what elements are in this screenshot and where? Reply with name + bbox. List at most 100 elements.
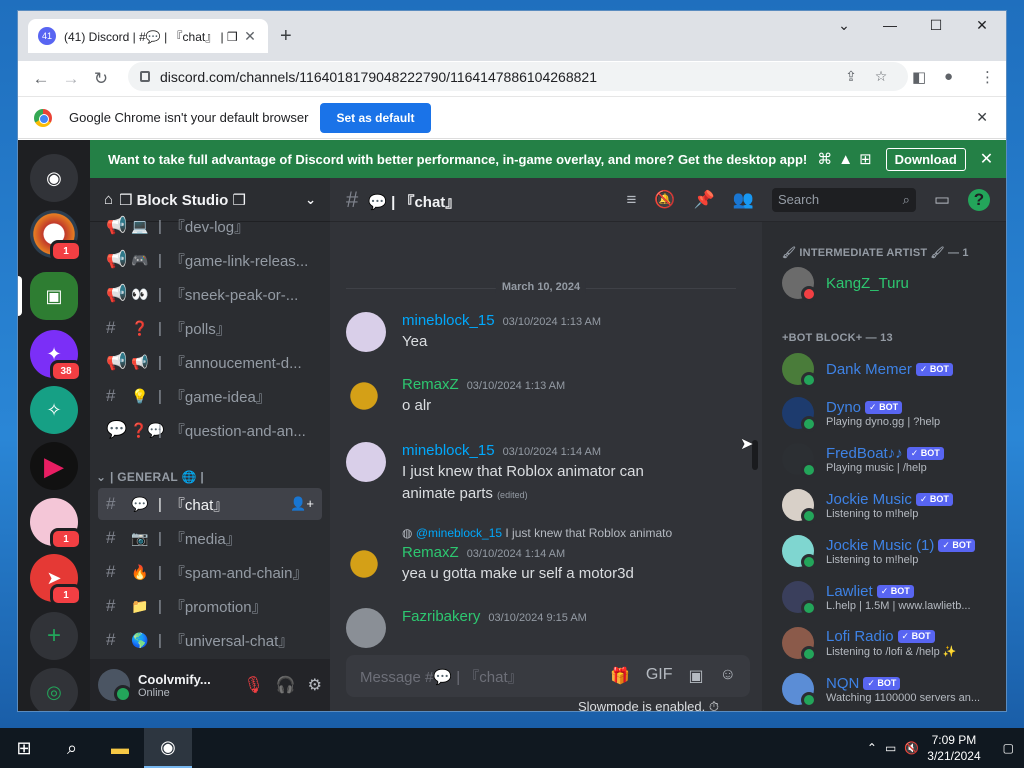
threads-icon[interactable]: ≡ bbox=[627, 190, 637, 210]
pin-icon[interactable]: 📌 bbox=[694, 190, 715, 210]
reply-mention[interactable]: @mineblock_15 bbox=[416, 526, 502, 540]
channel-emoji: ❓ bbox=[131, 319, 149, 336]
member-item[interactable]: Jockie Music (1) ✓ BOT Listening to m!help bbox=[782, 530, 1002, 572]
channel-polls[interactable]: # ❓ | 『polls』 bbox=[98, 312, 322, 344]
message[interactable]: RemaxZ 03/10/2024 1:13 AM o alr bbox=[346, 376, 746, 417]
server-icon-4[interactable]: ✧ bbox=[30, 386, 78, 434]
back-button[interactable]: ← bbox=[26, 69, 56, 89]
avatar[interactable] bbox=[346, 544, 386, 584]
member-item[interactable]: Lofi Radio ✓ BOT Listening to /lofi & /hel… bbox=[782, 622, 1002, 664]
explore-servers-icon[interactable]: ◎ bbox=[30, 668, 78, 711]
download-button[interactable]: Download bbox=[885, 147, 966, 171]
menu-kebab-icon[interactable]: ⋮ bbox=[980, 68, 995, 86]
reply-preview[interactable]: ◍ @mineblock_15 I just knew that Roblox … bbox=[346, 526, 746, 540]
channel-annoucement[interactable]: 📢 📢 | 『annoucement-d... bbox=[98, 346, 322, 378]
avatar[interactable] bbox=[346, 608, 386, 648]
gif-icon[interactable]: GIF bbox=[646, 666, 673, 686]
member-item[interactable]: Lawliet ✓ BOT L.help | 1.5M | www.lawlietb… bbox=[782, 576, 1002, 618]
file-explorer-icon[interactable]: ▬ bbox=[96, 728, 144, 768]
discord-home-icon[interactable]: ◉ bbox=[30, 154, 78, 202]
chrome-taskbar-icon[interactable]: ◉ bbox=[144, 728, 192, 768]
channel-chat[interactable]: # 💬 | 『chat』 👤+ bbox=[98, 488, 322, 520]
server-icon-5[interactable]: ▶ bbox=[30, 442, 78, 490]
banner-close-icon[interactable]: ✕ bbox=[980, 149, 993, 169]
notification-bell-muted-icon[interactable]: 🔕 bbox=[654, 190, 675, 210]
block-studio-server-icon[interactable]: ▣ bbox=[30, 272, 78, 320]
volume-muted-icon[interactable]: 🔇 bbox=[904, 741, 919, 755]
category-general[interactable]: ⌄ | GENERAL 🌐 | bbox=[96, 470, 316, 484]
member-item[interactable]: Jockie Music ✓ BOT Listening to m!help bbox=[782, 484, 1002, 526]
avatar[interactable] bbox=[346, 442, 386, 482]
sticker-icon[interactable]: ▣ bbox=[689, 666, 704, 686]
tab-search-icon[interactable]: ⌄ bbox=[824, 17, 864, 34]
infobar-close-icon[interactable]: ✕ bbox=[976, 109, 988, 126]
close-window-button[interactable]: ✕ bbox=[962, 17, 1002, 34]
minimize-button[interactable]: — bbox=[870, 17, 910, 33]
avatar[interactable] bbox=[346, 376, 386, 416]
invite-icon[interactable]: 👤+ bbox=[290, 496, 314, 512]
member-item[interactable]: Dank Memer ✓ BOT bbox=[782, 348, 1002, 390]
help-icon[interactable]: ? bbox=[968, 188, 990, 211]
avatar[interactable] bbox=[98, 669, 132, 703]
member-item[interactable]: NQN ✓ BOT Watching 1100000 servers an... bbox=[782, 668, 1002, 710]
share-icon[interactable]: ⇪ bbox=[836, 68, 866, 85]
server-icon-7[interactable]: ➤ 1 bbox=[30, 554, 82, 606]
avatar[interactable] bbox=[346, 312, 386, 352]
headphones-icon[interactable]: 🎧 bbox=[276, 675, 296, 695]
message-author[interactable]: Fazribakery bbox=[402, 608, 480, 625]
server-icon-6[interactable]: 1 bbox=[30, 498, 82, 550]
message[interactable]: mineblock_15 03/10/2024 1:14 AM I just kn… bbox=[346, 442, 746, 506]
tab-close-icon[interactable]: ✕ bbox=[242, 28, 258, 45]
bookmark-star-icon[interactable]: ☆ bbox=[866, 68, 896, 85]
gear-icon[interactable]: ⚙ bbox=[308, 675, 322, 695]
url-text[interactable]: discord.com/channels/1164018179048222790… bbox=[160, 69, 836, 85]
channel-promotion[interactable]: # 📁 | 『promotion』 bbox=[98, 590, 322, 622]
address-bar[interactable]: discord.com/channels/1164018179048222790… bbox=[128, 62, 908, 91]
channel-question-and-answer[interactable]: 💬 ❓💬 | 『question-and-an... bbox=[98, 414, 322, 446]
tray-chevron-icon[interactable]: ⌃ bbox=[867, 741, 877, 755]
lock-icon[interactable] bbox=[140, 71, 150, 82]
set-default-button[interactable]: Set as default bbox=[320, 102, 431, 133]
add-server-icon[interactable]: + bbox=[30, 612, 78, 660]
chevron-down-icon[interactable]: ⌄ bbox=[305, 192, 316, 208]
member-item[interactable]: KangZ_Turu bbox=[782, 262, 1002, 304]
channel-game-idea[interactable]: # 💡 | 『game-idea』 bbox=[98, 380, 322, 412]
profile-icon[interactable]: ● bbox=[944, 68, 953, 85]
message[interactable]: RemaxZ 03/10/2024 1:14 AM yea u gotta mak… bbox=[346, 544, 746, 585]
reload-button[interactable]: ↻ bbox=[86, 69, 116, 89]
member-item[interactable]: FredBoat♪♪ ✓ BOT Playing music | /help bbox=[782, 438, 1002, 480]
new-tab-button[interactable]: + bbox=[280, 25, 292, 48]
member-item[interactable]: Dyno ✓ BOT Playing dyno.gg | ?help bbox=[782, 392, 1002, 434]
message-author[interactable]: mineblock_15 bbox=[402, 442, 495, 459]
guild-name: ❒ Block Studio ❒ bbox=[119, 191, 246, 209]
server-icon-1[interactable]: 1 bbox=[30, 210, 82, 262]
channel-media[interactable]: # 📷 | 『media』 bbox=[98, 522, 322, 554]
channel-game-link-release[interactable]: 📢 🎮 | 『game-link-releas... bbox=[98, 244, 322, 276]
message-author[interactable]: mineblock_15 bbox=[402, 312, 495, 329]
channel-universal-chat[interactable]: # 🌎 | 『universal-chat』 bbox=[98, 624, 322, 656]
notifications-icon[interactable]: ▢ bbox=[1003, 741, 1014, 755]
channel-dev-log[interactable]: 📢 💻 | 『dev-log』 bbox=[98, 210, 322, 242]
message-author[interactable]: RemaxZ bbox=[402, 544, 459, 561]
emoji-icon[interactable]: ☺ bbox=[720, 666, 736, 686]
message[interactable]: Fazribakery 03/10/2024 9:15 AM bbox=[346, 608, 746, 648]
message-input[interactable]: Message #💬 | 『chat』 🎁 GIF ▣ ☺ bbox=[346, 655, 750, 697]
maximize-button[interactable]: ☐ bbox=[916, 17, 956, 34]
tab-discord[interactable]: 41 (41) Discord | #💬 | 『chat』 | ❒ Bl... … bbox=[28, 19, 268, 53]
search-input[interactable]: Search ⌕ bbox=[771, 187, 916, 212]
forward-button[interactable]: → bbox=[56, 69, 86, 89]
channel-spam-and-chain[interactable]: # 🔥 | 『spam-and-chain』 bbox=[98, 556, 322, 588]
message[interactable]: mineblock_15 03/10/2024 1:13 AM Yea bbox=[346, 312, 746, 353]
side-panel-icon[interactable]: ◧ bbox=[912, 68, 926, 86]
inbox-icon[interactable]: ▭ bbox=[934, 190, 950, 210]
channel-sneek-peak[interactable]: 📢 👀 | 『sneek-peak-or-... bbox=[98, 278, 322, 310]
start-button[interactable]: ⊞ bbox=[0, 728, 48, 768]
clock[interactable]: 7:09 PM 3/21/2024 bbox=[927, 732, 980, 764]
mic-muted-icon[interactable]: 🎙 bbox=[243, 675, 263, 695]
network-icon[interactable]: ▭ bbox=[885, 741, 896, 755]
gift-icon[interactable]: 🎁 bbox=[610, 666, 630, 686]
server-icon-3[interactable]: ✦ 38 bbox=[30, 330, 82, 382]
message-author[interactable]: RemaxZ bbox=[402, 376, 459, 393]
search-icon[interactable]: ⌕ bbox=[48, 728, 96, 768]
member-list-icon[interactable]: 👥 bbox=[733, 190, 754, 210]
